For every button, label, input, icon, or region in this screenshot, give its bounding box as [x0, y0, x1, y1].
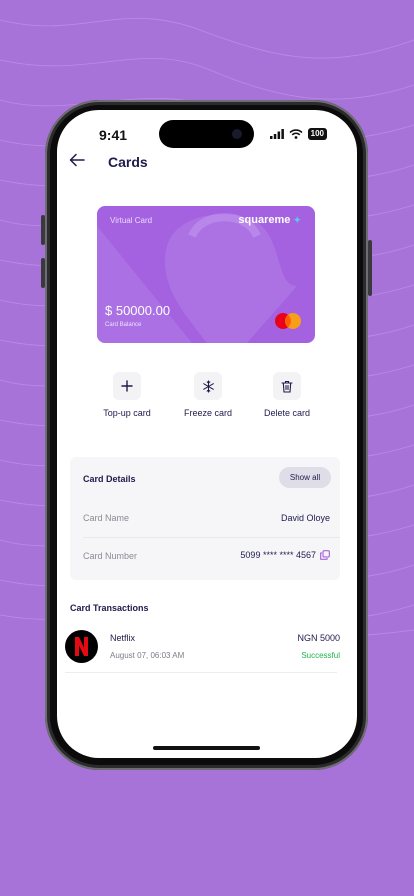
- card-transactions-title: Card Transactions: [70, 603, 149, 613]
- transaction-merchant: Netflix: [110, 633, 136, 643]
- card-name-label: Card Name: [83, 513, 130, 523]
- show-all-button[interactable]: Show all: [279, 467, 331, 488]
- signal-icon: [269, 129, 284, 139]
- status-time: 9:41: [99, 127, 128, 143]
- squareme-logo: squareme ✦: [238, 214, 301, 226]
- details-divider: [83, 537, 340, 538]
- arrow-left-icon: [69, 153, 85, 167]
- power-button: [368, 240, 372, 296]
- copy-icon[interactable]: [320, 550, 330, 560]
- snowflake-icon: [194, 372, 222, 400]
- volume-up-button: [41, 215, 45, 245]
- transaction-amount: NGN 5000: [297, 633, 340, 643]
- card-balance-label: Card Balance: [105, 322, 142, 328]
- volume-down-button: [41, 258, 45, 288]
- virtual-card[interactable]: Virtual Card squareme ✦ $ 50000.00 Card …: [97, 206, 315, 343]
- app-screen: 9:41 100 Cards Virtual Card squareme ✦ $…: [57, 110, 357, 758]
- card-number-value: 5099 **** **** 4567: [240, 550, 316, 560]
- card-type-label: Virtual Card: [110, 216, 153, 225]
- transaction-date: August 07, 06:03 AM: [110, 651, 185, 660]
- page-title: Cards: [108, 154, 148, 170]
- transaction-status: Successful: [301, 651, 340, 660]
- delete-card-button[interactable]: Delete card: [247, 372, 327, 418]
- card-number-row: 5099 **** **** 4567: [240, 550, 330, 560]
- transaction-divider: [65, 672, 337, 673]
- battery-indicator: 100: [307, 128, 327, 140]
- sparkle-icon: ✦: [293, 215, 301, 225]
- freeze-card-label: Freeze card: [183, 408, 233, 418]
- card-details-panel: Card Details Show all Card Name David Ol…: [70, 457, 340, 580]
- home-indicator: [153, 746, 260, 750]
- wifi-icon: [289, 129, 303, 139]
- plus-icon: [113, 372, 141, 400]
- card-number-label: Card Number: [83, 551, 138, 561]
- back-button[interactable]: [69, 153, 91, 171]
- mastercard-logo: [275, 313, 301, 329]
- card-actions: Top-up card Freeze card Delete card: [57, 372, 357, 422]
- netflix-logo: [65, 630, 98, 663]
- trash-icon: [273, 372, 301, 400]
- card-details-title: Card Details: [83, 474, 136, 484]
- freeze-card-button[interactable]: Freeze card: [168, 372, 248, 418]
- camera-icon: [232, 129, 242, 139]
- transaction-row[interactable]: Netflix August 07, 06:03 AM NGN 5000 Suc…: [65, 629, 347, 673]
- delete-card-label: Delete card: [263, 408, 311, 418]
- card-balance-amount: $ 50000.00: [105, 303, 171, 318]
- dynamic-island: [159, 120, 254, 148]
- topup-card-label: Top-up card: [103, 408, 151, 418]
- card-name-value: David Oloye: [280, 513, 330, 523]
- topup-card-button[interactable]: Top-up card: [87, 372, 167, 418]
- status-icons: 100: [269, 128, 327, 140]
- brand-name: squareme: [238, 214, 291, 226]
